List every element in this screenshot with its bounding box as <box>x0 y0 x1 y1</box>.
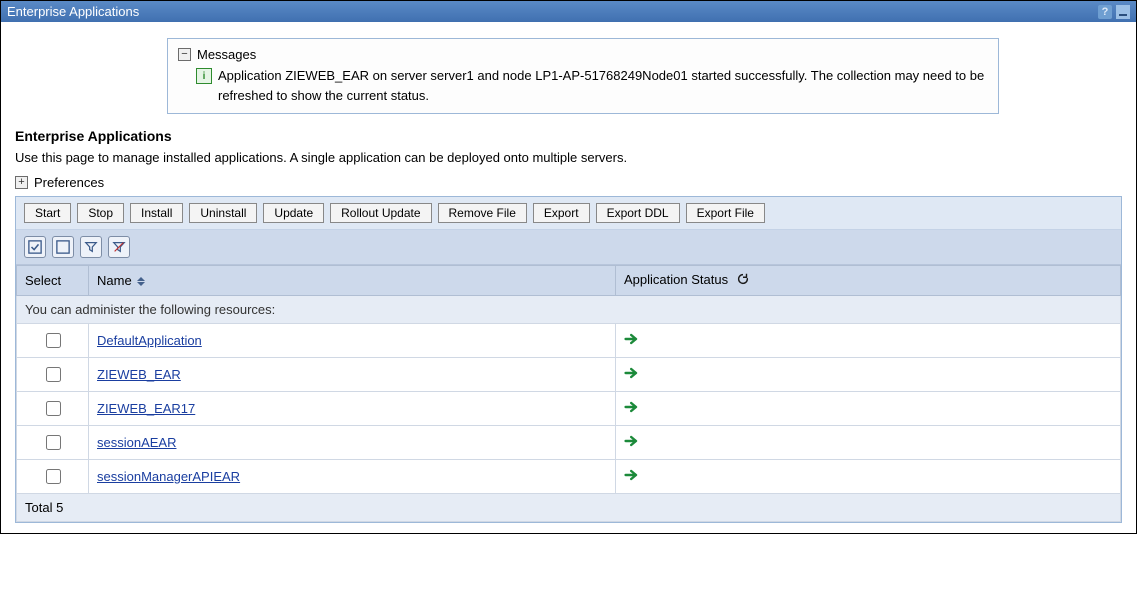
filter-icon[interactable] <box>80 236 102 258</box>
app-link[interactable]: DefaultApplication <box>97 333 202 348</box>
update-button[interactable]: Update <box>263 203 324 223</box>
selection-toolbar <box>16 230 1121 265</box>
app-link[interactable]: ZIEWEB_EAR17 <box>97 401 195 416</box>
deselect-all-icon[interactable] <box>52 236 74 258</box>
stop-button[interactable]: Stop <box>77 203 124 223</box>
row-checkbox[interactable] <box>46 401 61 416</box>
install-button[interactable]: Install <box>130 203 183 223</box>
info-icon: i <box>196 68 212 84</box>
export-file-button[interactable]: Export File <box>686 203 765 223</box>
app-link[interactable]: sessionAEAR <box>97 435 176 450</box>
table-footer: Total 5 <box>17 494 1121 522</box>
table-subheader: You can administer the following resourc… <box>17 296 1121 324</box>
export-button[interactable]: Export <box>533 203 590 223</box>
applications-table: Select Name Application Status <box>16 265 1121 522</box>
refresh-icon[interactable] <box>736 272 750 289</box>
section-heading: Enterprise Applications <box>15 128 1122 144</box>
title-bar: Enterprise Applications ? <box>1 1 1136 22</box>
export-ddl-button[interactable]: Export DDL <box>596 203 680 223</box>
clear-filter-icon[interactable] <box>108 236 130 258</box>
col-status[interactable]: Application Status <box>616 266 1121 296</box>
start-button[interactable]: Start <box>24 203 71 223</box>
app-link[interactable]: sessionManagerAPIEAR <box>97 469 240 484</box>
select-all-icon[interactable] <box>24 236 46 258</box>
uninstall-button[interactable]: Uninstall <box>189 203 257 223</box>
status-running-icon <box>624 400 640 414</box>
rollout-update-button[interactable]: Rollout Update <box>330 203 431 223</box>
remove-file-button[interactable]: Remove File <box>438 203 527 223</box>
table-row: sessionAEAR <box>17 426 1121 460</box>
table-row: ZIEWEB_EAR17 <box>17 392 1121 426</box>
action-toolbar: Start Stop Install Uninstall Update Roll… <box>16 197 1121 230</box>
help-icon[interactable]: ? <box>1098 5 1112 19</box>
messages-header: Messages <box>197 47 256 62</box>
app-link[interactable]: ZIEWEB_EAR <box>97 367 181 382</box>
sort-icon <box>137 277 145 286</box>
col-name[interactable]: Name <box>89 266 616 296</box>
row-checkbox[interactable] <box>46 367 61 382</box>
preferences-toggle[interactable]: + Preferences <box>15 175 1122 190</box>
col-status-label: Application Status <box>624 272 728 287</box>
collapse-icon[interactable]: − <box>178 48 191 61</box>
section-description: Use this page to manage installed applic… <box>15 150 1122 165</box>
messages-box: − Messages i Application ZIEWEB_EAR on s… <box>167 38 999 114</box>
minimize-icon[interactable] <box>1116 5 1130 19</box>
messages-body: Application ZIEWEB_EAR on server server1… <box>218 66 988 105</box>
col-name-label: Name <box>97 273 132 288</box>
expand-icon: + <box>15 176 28 189</box>
status-running-icon <box>624 434 640 448</box>
table-row: DefaultApplication <box>17 324 1121 358</box>
table-row: ZIEWEB_EAR <box>17 358 1121 392</box>
col-select: Select <box>17 266 89 296</box>
status-running-icon <box>624 468 640 482</box>
preferences-label: Preferences <box>34 175 104 190</box>
page-title: Enterprise Applications <box>7 4 139 19</box>
status-running-icon <box>624 366 640 380</box>
row-checkbox[interactable] <box>46 469 61 484</box>
row-checkbox[interactable] <box>46 333 61 348</box>
status-running-icon <box>624 332 640 346</box>
table-row: sessionManagerAPIEAR <box>17 460 1121 494</box>
row-checkbox[interactable] <box>46 435 61 450</box>
